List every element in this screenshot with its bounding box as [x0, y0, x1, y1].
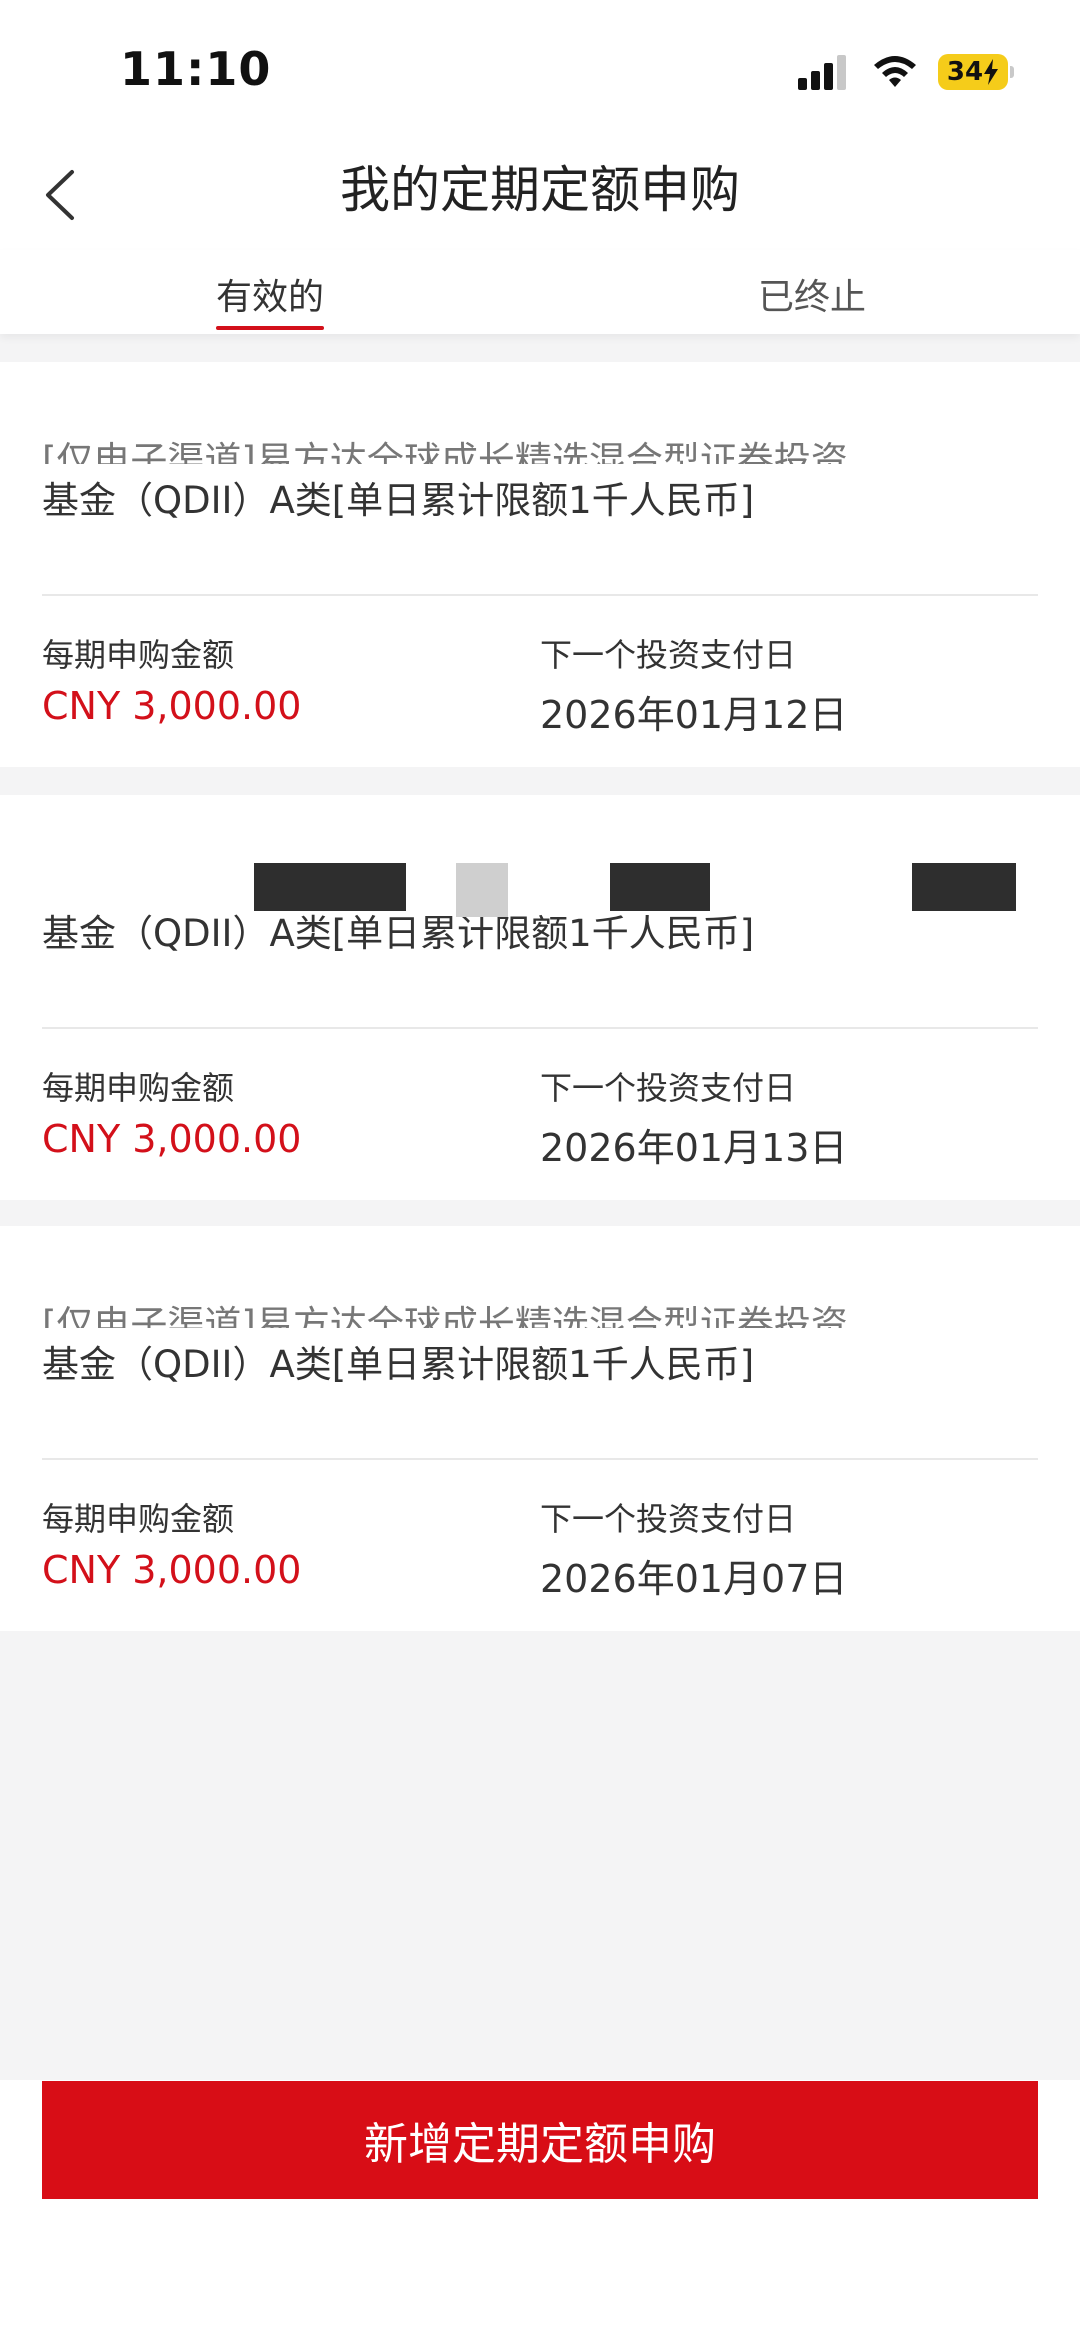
- fund-name-line2: 基金（QDII）A类[单日累计限额1千人民币]: [42, 479, 755, 522]
- redaction-mask: [912, 863, 1016, 911]
- divider: [42, 1458, 1038, 1460]
- amount-label: 每期申购金额: [42, 1069, 235, 1107]
- next-date-value: 2026年01月13日: [540, 1126, 848, 1170]
- next-date-value: 2026年01月07日: [540, 1557, 848, 1601]
- divider: [42, 594, 1038, 596]
- signal-icon: [798, 55, 846, 90]
- battery-level: 34: [946, 57, 984, 87]
- tab-terminated[interactable]: 已终止: [758, 268, 866, 320]
- fund-name-line1: [仅电子渠道]易方达全球成长精选混合型证券投资: [42, 439, 848, 464]
- date-label: 下一个投资支付日: [540, 1500, 797, 1538]
- next-date-value: 2026年01月12日: [540, 693, 848, 737]
- amount-value: CNY 3,000.00: [42, 684, 302, 728]
- redaction-mask: [610, 863, 710, 911]
- amount-value: CNY 3,000.00: [42, 1548, 302, 1592]
- fund-name: [仅电子渠道]易方达全球成长精选混合型证券投资 基金（QDII）A类[单日累计限…: [42, 1300, 1038, 1390]
- date-label: 下一个投资支付日: [540, 1069, 797, 1107]
- redaction-mask: [456, 863, 508, 917]
- plan-card[interactable]: [仅电子渠道]易方达全球成长精选混合型证券投资 基金（QDII）A类[单日累计限…: [0, 362, 1080, 767]
- fund-name-line1: [42, 869, 1038, 897]
- plan-card[interactable]: [仅电子渠道]易方达全球成长精选混合型证券投资 基金（QDII）A类[单日累计限…: [0, 1226, 1080, 1631]
- status-icons: 34: [796, 50, 1014, 94]
- fund-name: [仅电子渠道]易方达全球成长精选混合型证券投资 基金（QDII）A类[单日累计限…: [42, 436, 1038, 526]
- status-time: 11:10: [120, 42, 272, 96]
- wifi-icon: [874, 56, 916, 87]
- battery-icon: 34: [938, 54, 1014, 90]
- status-bar: 11:10 34: [0, 0, 1080, 140]
- tab-underline: [216, 326, 324, 330]
- divider: [42, 1027, 1038, 1029]
- amount-value: CNY 3,000.00: [42, 1117, 302, 1161]
- fund-name: 基金（QDII）A类[单日累计限额1千人民币]: [42, 869, 1038, 959]
- date-label: 下一个投资支付日: [540, 636, 797, 674]
- tab-bar: 有效的 已终止: [0, 250, 1080, 334]
- page: 11:10 34 我的定期定额申购 有效的 已终止 [仅电子渠道]易方达全球成长…: [0, 0, 1080, 2337]
- nav-bar: 我的定期定额申购: [0, 140, 1080, 250]
- add-plan-button[interactable]: 新增定期定额申购: [42, 2081, 1038, 2199]
- redaction-mask: [254, 863, 406, 911]
- tab-active[interactable]: 有效的: [216, 268, 324, 320]
- charging-bolt-icon: [984, 59, 999, 85]
- fund-name-line2: 基金（QDII）A类[单日累计限额1千人民币]: [42, 1343, 755, 1386]
- amount-label: 每期申购金额: [42, 636, 235, 674]
- plan-card[interactable]: 基金（QDII）A类[单日累计限额1千人民币] 每期申购金额 下一个投资支付日 …: [0, 795, 1080, 1200]
- fund-name-line1: [仅电子渠道]易方达全球成长精选混合型证券投资: [42, 1303, 848, 1328]
- amount-label: 每期申购金额: [42, 1500, 235, 1538]
- page-title: 我的定期定额申购: [340, 161, 740, 219]
- fund-name-line2: 基金（QDII）A类[单日累计限额1千人民币]: [42, 912, 755, 955]
